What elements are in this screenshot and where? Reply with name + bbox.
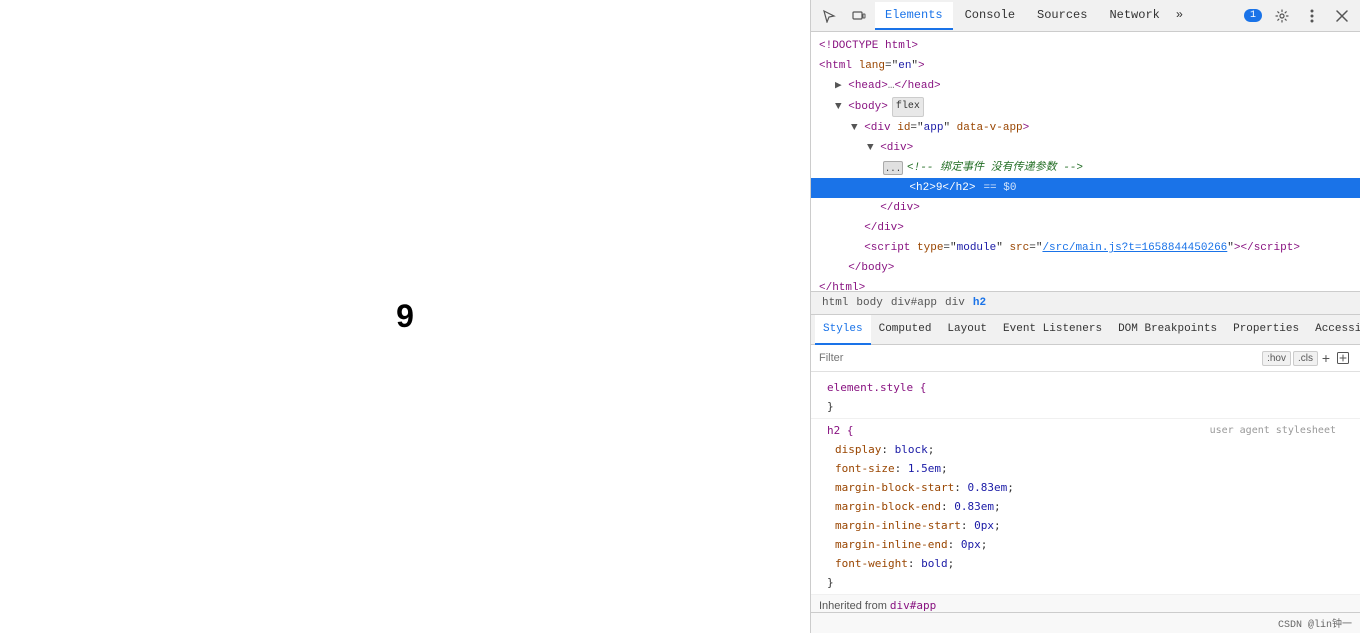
tab-console[interactable]: Console (955, 2, 1025, 30)
settings-icon[interactable] (1268, 2, 1296, 30)
tab-styles[interactable]: Styles (815, 315, 871, 345)
css-prop-margin-block-end[interactable]: margin-block-end: 0.83em; (819, 497, 1352, 516)
breadcrumb-divapp[interactable]: div#app (888, 296, 940, 310)
tree-div[interactable]: ▼ <div> (811, 138, 1360, 158)
css-prop-display[interactable]: display: block; (819, 440, 1352, 459)
cursor-icon[interactable] (815, 2, 843, 30)
tree-body-close[interactable]: </body> (811, 258, 1360, 278)
add-style-button[interactable]: + (1318, 350, 1334, 366)
bottom-text: CSDN @lin钟一 (1278, 620, 1352, 631)
page-number: 9 (396, 298, 414, 335)
tab-layout[interactable]: Layout (939, 315, 995, 345)
tree-html-open[interactable]: <html lang="en"> (811, 56, 1360, 76)
hov-button[interactable]: :hov (1262, 351, 1291, 366)
css-source-useragent: user agent stylesheet (1210, 422, 1336, 439)
css-prop-font-weight[interactable]: font-weight: bold; (819, 554, 1352, 573)
tab-elements[interactable]: Elements (875, 2, 953, 30)
inherited-header: Inherited from div#app (811, 595, 1360, 612)
cls-button[interactable]: .cls (1293, 351, 1318, 366)
notification-badge: 1 (1244, 9, 1262, 22)
breadcrumb: html body div#app div h2 (811, 292, 1360, 315)
tab-computed[interactable]: Computed (871, 315, 940, 345)
html-tree: <!DOCTYPE html> <html lang="en"> ▶ <head… (811, 32, 1360, 292)
device-toggle-icon[interactable] (845, 2, 873, 30)
css-prop-margin-inline-end[interactable]: margin-inline-end: 0px; (819, 535, 1352, 554)
bottom-bar: CSDN @lin钟一 (811, 612, 1360, 633)
styles-tabs: Styles Computed Layout Event Listeners D… (811, 315, 1360, 345)
tab-sources[interactable]: Sources (1027, 2, 1097, 30)
css-selector-element-style[interactable]: element.style { (827, 381, 926, 394)
tab-properties[interactable]: Properties (1225, 315, 1307, 345)
breadcrumb-h2[interactable]: h2 (970, 296, 989, 310)
breadcrumb-body[interactable]: body (853, 296, 885, 310)
tab-accessibility[interactable]: Accessibility (1307, 315, 1360, 345)
tree-body-open[interactable]: ▼ <body> flex (811, 96, 1360, 118)
css-rule-element-style: element.style { } (811, 376, 1360, 419)
tree-div-close2[interactable]: </div> (811, 218, 1360, 238)
tree-h2[interactable]: <h2>9</h2> == $0 (811, 178, 1360, 198)
filter-input[interactable] (819, 352, 1260, 364)
css-prop-font-size[interactable]: font-size: 1.5em; (819, 459, 1352, 478)
tree-comment[interactable]: ... <!-- 绑定事件 没有传递参数 --> (811, 158, 1360, 178)
tab-event-listeners[interactable]: Event Listeners (995, 315, 1110, 345)
css-prop-margin-block-start[interactable]: margin-block-start: 0.83em; (819, 478, 1352, 497)
page-area: 9 (0, 0, 810, 633)
css-rules: element.style { } h2 { user agent styles… (811, 372, 1360, 612)
tree-head[interactable]: ▶ <head>…</head> (811, 76, 1360, 96)
css-prop-margin-inline-start[interactable]: margin-inline-start: 0px; (819, 516, 1352, 535)
breadcrumb-div[interactable]: div (942, 296, 968, 310)
tree-div-app[interactable]: ▼ <div id="app" data-v-app> (811, 118, 1360, 138)
tree-html-close[interactable]: </html> (811, 278, 1360, 292)
close-icon[interactable] (1328, 2, 1356, 30)
styles-panel: Styles Computed Layout Event Listeners D… (811, 315, 1360, 612)
tree-doctype[interactable]: <!DOCTYPE html> (811, 36, 1360, 56)
css-close-brace: } (827, 400, 834, 413)
tree-script[interactable]: <script type="module" src="/src/main.js?… (811, 238, 1360, 258)
tab-more[interactable]: » (1172, 2, 1187, 30)
css-selector-h2[interactable]: h2 { (827, 422, 854, 439)
filter-bar: :hov .cls + (811, 345, 1360, 372)
tab-network[interactable]: Network (1099, 2, 1169, 30)
devtools-toolbar: Elements Console Sources Network » 1 (811, 0, 1360, 32)
tree-div-close1[interactable]: </div> (811, 198, 1360, 218)
tab-dom-breakpoints[interactable]: DOM Breakpoints (1110, 315, 1225, 345)
more-tabs-icon: » (1176, 8, 1183, 22)
more-options-icon[interactable] (1298, 2, 1326, 30)
devtools-panel: Elements Console Sources Network » 1 (810, 0, 1360, 633)
inherited-from-selector: div#app (890, 599, 936, 612)
css-rule-h2: h2 { user agent stylesheet display: bloc… (811, 419, 1360, 595)
expand-styles-icon[interactable] (1334, 349, 1352, 367)
breadcrumb-html[interactable]: html (819, 296, 851, 310)
